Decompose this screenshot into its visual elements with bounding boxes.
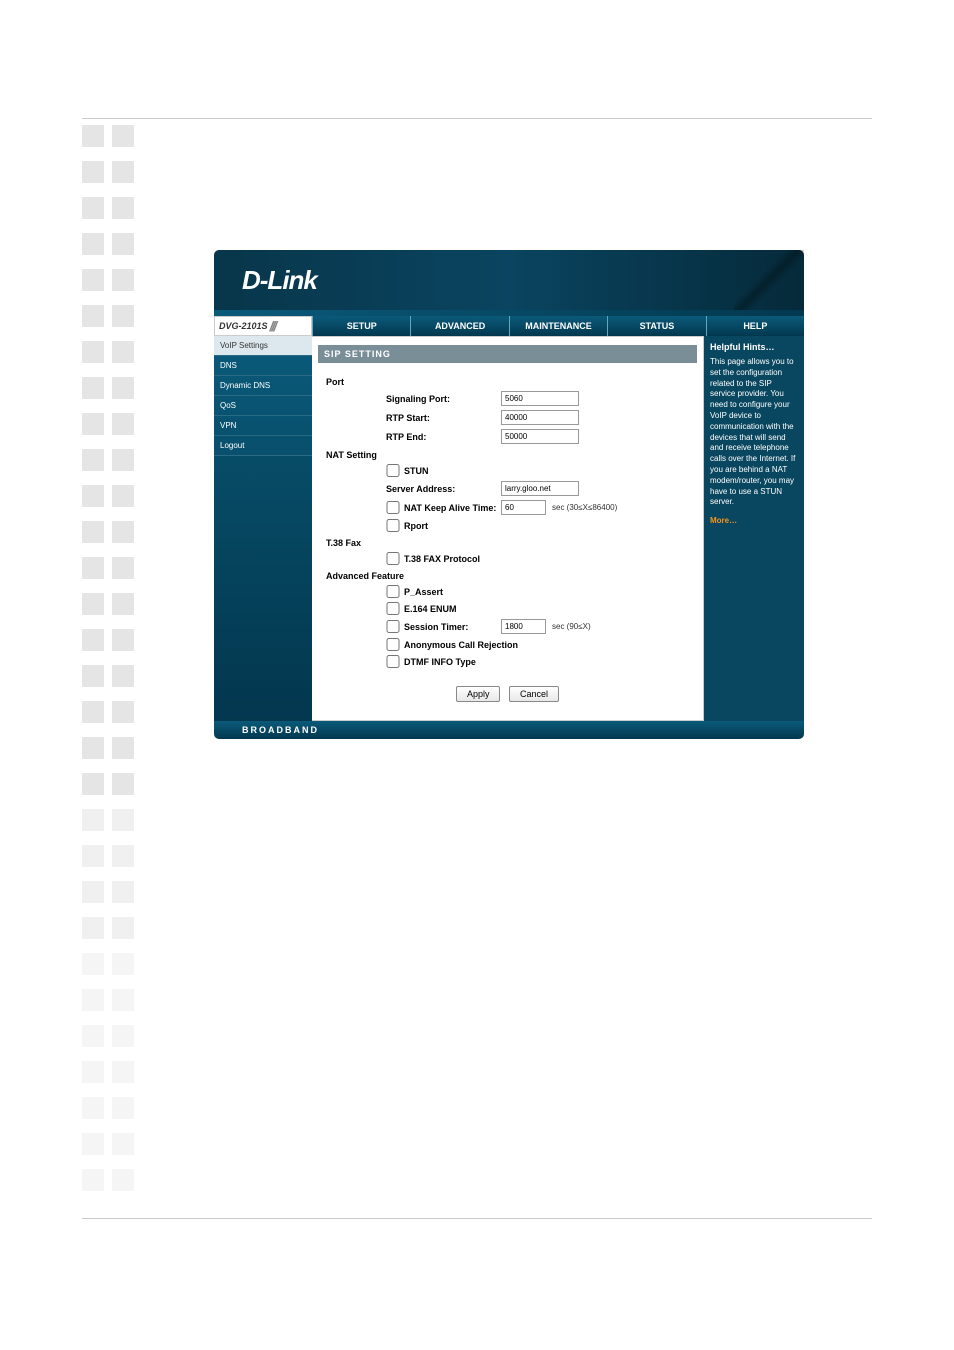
divider-top <box>82 118 872 119</box>
label-e164: E.164 ENUM <box>404 604 457 614</box>
checkbox-t38[interactable] <box>386 552 400 565</box>
input-rtp-start[interactable] <box>501 410 579 425</box>
decorative-squares <box>82 125 134 1205</box>
sidebar-fill <box>214 456 312 706</box>
apply-button[interactable]: Apply <box>456 686 501 702</box>
footer-bar: BROADBAND <box>214 721 804 739</box>
input-session-timer[interactable] <box>501 619 546 634</box>
suffix-session-timer: sec (90≤X) <box>552 622 591 631</box>
label-t38: T.38 FAX Protocol <box>404 554 480 564</box>
header-bar: D-Link <box>214 250 804 310</box>
router-admin-window: D-Link DVG-2101S/// SETUP ADVANCED MAINT… <box>214 250 804 739</box>
brand-logo: D-Link <box>242 265 317 296</box>
model-label: DVG-2101S/// <box>214 316 312 336</box>
sidebar: VoIP Settings DNS Dynamic DNS QoS VPN Lo… <box>214 336 312 721</box>
sidebar-item-dns[interactable]: DNS <box>214 356 312 376</box>
label-stun: STUN <box>404 466 429 476</box>
checkbox-session-timer[interactable] <box>386 620 400 633</box>
label-signaling-port: Signaling Port: <box>386 394 501 404</box>
label-nat-keepalive: NAT Keep Alive Time: <box>404 503 501 513</box>
help-more-link[interactable]: More… <box>710 516 737 525</box>
group-t38: T.38 Fax <box>326 538 691 548</box>
top-nav: DVG-2101S/// SETUP ADVANCED MAINTENANCE … <box>214 316 804 336</box>
group-nat: NAT Setting <box>326 450 691 460</box>
tab-help[interactable]: HELP <box>706 316 804 336</box>
section-heading: SIP SETTING <box>318 345 697 363</box>
checkbox-e164[interactable] <box>386 602 400 615</box>
sidebar-item-logout[interactable]: Logout <box>214 436 312 456</box>
tab-advanced[interactable]: ADVANCED <box>410 316 508 336</box>
help-heading: Helpful Hints… <box>710 342 798 352</box>
label-server-address: Server Address: <box>386 484 501 494</box>
label-rtp-start: RTP Start: <box>386 413 501 423</box>
input-server-address[interactable] <box>501 481 579 496</box>
checkbox-dtmf[interactable] <box>386 655 400 668</box>
input-nat-keepalive[interactable] <box>501 500 546 515</box>
help-panel: Helpful Hints… This page allows you to s… <box>704 336 804 721</box>
suffix-nat-keepalive: sec (30≤X≤86400) <box>552 503 617 512</box>
checkbox-anon-reject[interactable] <box>386 638 400 651</box>
group-advanced: Advanced Feature <box>326 571 691 581</box>
sidebar-item-qos[interactable]: QoS <box>214 396 312 416</box>
checkbox-rport[interactable] <box>386 519 400 532</box>
label-dtmf: DTMF INFO Type <box>404 657 476 667</box>
label-anon-reject: Anonymous Call Rejection <box>404 640 518 650</box>
cancel-button[interactable]: Cancel <box>509 686 559 702</box>
checkbox-passert[interactable] <box>386 585 400 598</box>
model-text: DVG-2101S <box>219 321 268 331</box>
footer-text: BROADBAND <box>242 725 319 735</box>
tab-setup[interactable]: SETUP <box>312 316 410 336</box>
label-passert: P_Assert <box>404 587 443 597</box>
sidebar-item-vpn[interactable]: VPN <box>214 416 312 436</box>
checkbox-nat-keepalive[interactable] <box>386 501 400 514</box>
input-rtp-end[interactable] <box>501 429 579 444</box>
checkbox-stun[interactable] <box>386 464 400 477</box>
tab-maintenance[interactable]: MAINTENANCE <box>509 316 607 336</box>
sidebar-item-voip[interactable]: VoIP Settings <box>214 336 312 356</box>
label-rport: Rport <box>404 521 428 531</box>
tab-status[interactable]: STATUS <box>607 316 705 336</box>
label-session-timer: Session Timer: <box>404 622 501 632</box>
sidebar-item-dyndns[interactable]: Dynamic DNS <box>214 376 312 396</box>
label-rtp-end: RTP End: <box>386 432 501 442</box>
divider-bottom <box>82 1218 872 1219</box>
help-text: This page allows you to set the configur… <box>710 357 798 508</box>
model-slash-icon: /// <box>270 318 276 334</box>
main-panel: SIP SETTING Port Signaling Port: RTP Sta… <box>312 336 704 721</box>
input-signaling-port[interactable] <box>501 391 579 406</box>
group-port: Port <box>326 377 691 387</box>
